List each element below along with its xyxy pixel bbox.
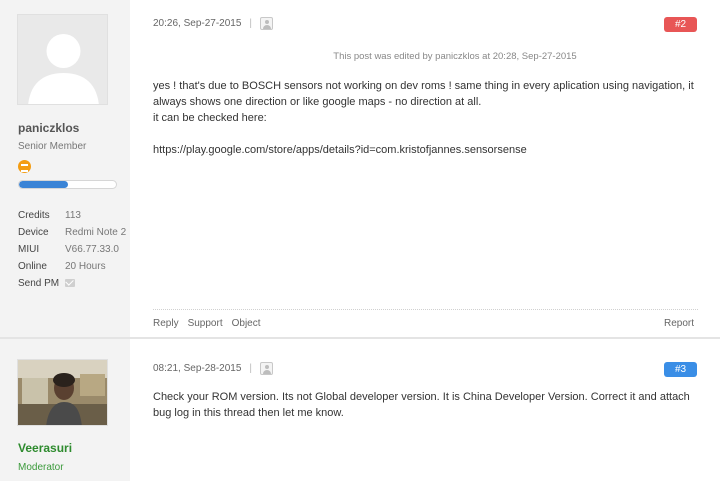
post-meta: 08:21, Sep-28-2015 | [153, 362, 274, 375]
stat-send-pm[interactable]: Send PM [18, 278, 128, 295]
floor-number-badge[interactable]: #3 [664, 362, 697, 377]
view-author-icon[interactable] [260, 362, 274, 375]
level-progress-fill [19, 181, 68, 188]
edited-note: This post was edited by paniczklos at 20… [333, 51, 577, 62]
post-content: 20:26, Sep-27-2015 | #2 This post was ed… [130, 0, 720, 338]
stat-credits: Credits 113 [18, 210, 128, 227]
post-actions: Reply Support Object [153, 318, 261, 329]
support-link[interactable]: Support [188, 318, 223, 329]
author-sidebar: paniczklos Senior Member Credits 113 Dev… [0, 0, 130, 338]
post-2: paniczklos Senior Member Credits 113 Dev… [0, 0, 720, 338]
post-link[interactable]: https://play.google.com/store/apps/detai… [153, 142, 698, 158]
post-paragraph: it can be checked here: [153, 112, 267, 124]
stat-key: Device [18, 227, 49, 238]
post-blank-line [153, 126, 698, 142]
level-progress-bar [18, 180, 117, 189]
post-body: yes ! that's due to BOSCH sensors not wo… [153, 78, 698, 158]
stat-value: 20 Hours [65, 261, 106, 272]
post-timestamp: 20:26, Sep-27-2015 [153, 18, 242, 29]
stat-key: Send PM [18, 278, 60, 289]
post-meta: 20:26, Sep-27-2015 | [153, 17, 274, 30]
stat-value: V66.77.33.0 [65, 244, 119, 255]
post-paragraph: yes ! that's due to BOSCH sensors not wo… [153, 80, 694, 108]
username[interactable]: Veerasuri [18, 441, 72, 455]
username[interactable]: paniczklos [18, 121, 79, 135]
avatar[interactable] [17, 359, 108, 426]
reply-link[interactable]: Reply [153, 318, 179, 329]
user-stats: Credits 113 Device Redmi Note 2 MIUI V66… [18, 210, 128, 295]
report-link[interactable]: Report [664, 318, 694, 329]
avatar[interactable] [17, 14, 108, 105]
stat-value: Redmi Note 2 [65, 227, 127, 238]
stat-key: MIUI [18, 244, 40, 255]
stat-miui: MIUI V66.77.33.0 [18, 244, 128, 261]
object-link[interactable]: Object [232, 318, 261, 329]
user-photo-icon [18, 360, 107, 425]
medal-icon [18, 160, 31, 173]
post-content: 08:21, Sep-28-2015 | #3 Check your ROM v… [130, 339, 720, 481]
default-avatar-icon [18, 15, 107, 104]
user-role: Moderator [18, 462, 64, 473]
post-3: Veerasuri Moderator 08:21, Sep-28-2015 |… [0, 339, 720, 481]
stat-device: Device Redmi Note 2 [18, 227, 128, 244]
post-body: Check your ROM version. Its not Global d… [153, 389, 698, 421]
stat-online: Online 20 Hours [18, 261, 128, 278]
stat-value: 113 [65, 210, 81, 221]
user-role: Senior Member [18, 141, 87, 152]
stat-key: Credits [18, 210, 50, 221]
stat-key: Online [18, 261, 47, 272]
post-timestamp: 08:21, Sep-28-2015 [153, 363, 242, 374]
floor-number-badge[interactable]: #2 [664, 17, 697, 32]
meta-separator: | [249, 363, 253, 374]
author-sidebar: Veerasuri Moderator [0, 339, 130, 481]
meta-separator: | [249, 18, 253, 29]
mail-icon[interactable] [65, 279, 75, 287]
view-author-icon[interactable] [260, 17, 274, 30]
post-paragraph: Check your ROM version. Its not Global d… [153, 391, 690, 419]
divider [153, 309, 698, 310]
